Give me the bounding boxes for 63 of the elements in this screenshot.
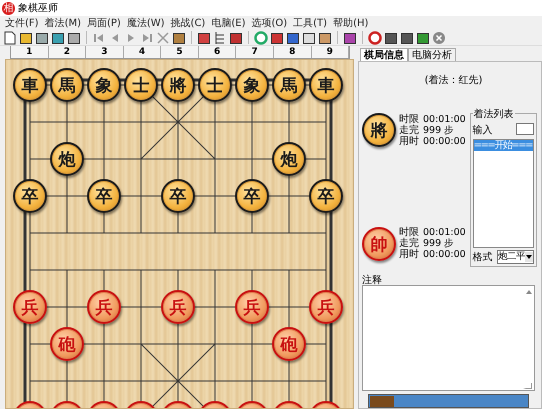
tree-icon[interactable] xyxy=(213,30,227,44)
menu-item[interactable]: 文件(F) xyxy=(3,16,43,30)
column-number: 9 xyxy=(312,46,350,58)
chess-piece[interactable]: 士 xyxy=(198,68,232,102)
chess-piece[interactable]: 卒 xyxy=(309,179,343,213)
column-number: 6 xyxy=(198,46,236,58)
notes-label: 注释 xyxy=(362,274,383,285)
info-label: 走完 xyxy=(399,124,419,136)
format-dropdown[interactable]: 炮二平 xyxy=(497,250,534,264)
window-title: 象棋巫师 xyxy=(18,2,58,15)
menu-item[interactable]: 电脑(E) xyxy=(209,16,250,30)
chess-piece[interactable]: 炮 xyxy=(272,142,306,176)
menu-item[interactable]: 局面(P) xyxy=(85,16,125,30)
input-field[interactable] xyxy=(516,123,534,135)
chess-piece[interactable]: 炮 xyxy=(50,142,84,176)
info-label: 时限 xyxy=(399,114,419,124)
chess-piece[interactable]: 馬 xyxy=(50,68,84,102)
chess-piece[interactable]: 馬 xyxy=(272,68,306,102)
info-label: 用时 xyxy=(399,136,419,146)
group-title: 着法列表 xyxy=(472,107,515,121)
info-value: 00:00:00 xyxy=(423,136,466,146)
column-number: 3 xyxy=(86,46,124,58)
menu-item[interactable]: 选项(O) xyxy=(249,16,292,30)
info-value: 00:01:00 xyxy=(423,114,466,124)
chess-piece[interactable]: 象 xyxy=(87,68,121,102)
menu-item[interactable]: 工具(T) xyxy=(291,16,332,30)
info-label: 时限 xyxy=(399,227,419,238)
scroll-up-icon[interactable] xyxy=(526,290,532,294)
format-label: 格式 xyxy=(472,250,493,264)
resize-grip-icon xyxy=(523,383,532,390)
general-piece: 帥 xyxy=(362,226,396,261)
column-number: 2 xyxy=(48,46,86,58)
general-piece: 將 xyxy=(362,113,396,147)
app-logo-icon: 相 xyxy=(2,2,15,14)
chess-piece[interactable]: 將 xyxy=(161,68,195,102)
move-order-text: (着法：红先) xyxy=(424,74,484,87)
column-number: 5 xyxy=(161,46,199,58)
column-number: 1 xyxy=(11,46,49,58)
menu-item[interactable]: 魔法(W) xyxy=(124,16,169,30)
info-value: 00:00:00 xyxy=(423,249,466,260)
menu-item[interactable]: 帮助(H) xyxy=(331,16,372,30)
column-number: 7 xyxy=(236,46,274,58)
tab[interactable]: 棋局信息 xyxy=(360,48,408,61)
column-number: 4 xyxy=(124,46,162,58)
chess-piece[interactable]: 士 xyxy=(124,68,158,102)
info-value: 999 步 xyxy=(423,238,454,250)
chess-piece[interactable]: 卒 xyxy=(87,179,121,213)
input-label: 输入 xyxy=(472,124,493,137)
chess-piece[interactable]: 卒 xyxy=(13,179,47,213)
column-number: 8 xyxy=(274,46,312,58)
menu-item[interactable]: 着法(M) xyxy=(42,16,85,30)
notes-field[interactable] xyxy=(362,284,535,392)
chess-piece[interactable]: 象 xyxy=(235,68,269,102)
tab[interactable]: 电脑分析 xyxy=(408,48,456,61)
menu-item[interactable]: 挑战(C) xyxy=(168,16,210,30)
chess-piece[interactable]: 車 xyxy=(13,68,47,102)
info-value: 00:01:00 xyxy=(423,227,466,238)
info-label: 用时 xyxy=(399,249,419,260)
info-label: 走完 xyxy=(399,238,419,250)
info-value: 999 步 xyxy=(423,124,454,136)
chess-piece[interactable]: 卒 xyxy=(235,179,269,213)
chess-piece[interactable]: 車 xyxy=(309,68,343,102)
chess-piece[interactable]: 卒 xyxy=(161,179,195,213)
